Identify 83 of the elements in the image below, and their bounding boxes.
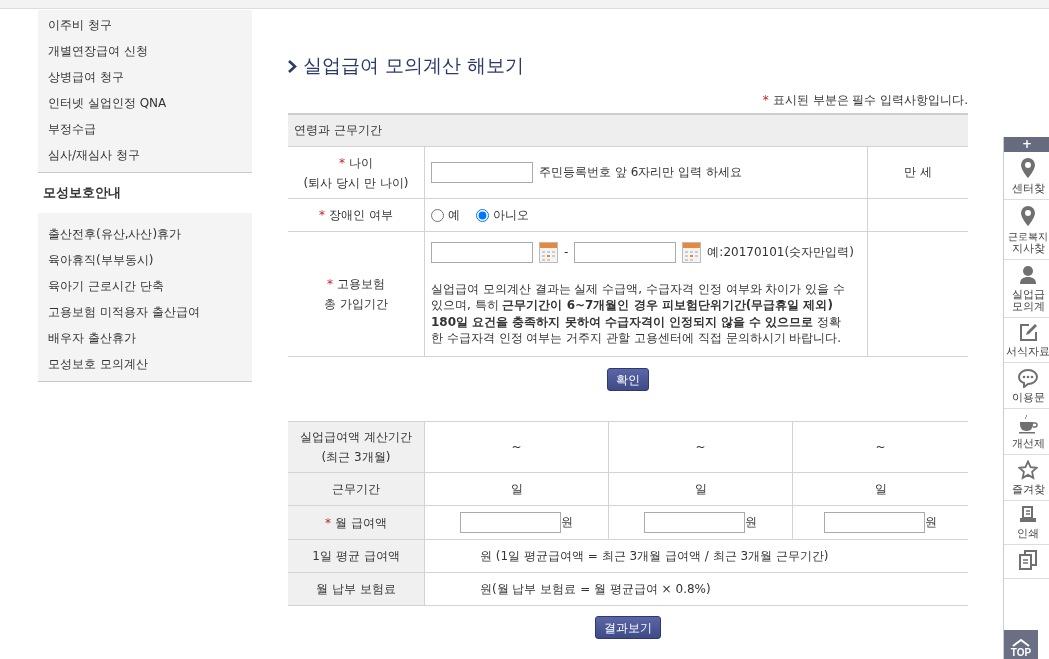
sidebar-item[interactable]: 심사/재심사 청구 [38, 142, 252, 168]
required-mark: * [325, 515, 332, 530]
example-text: 예:20170101(숫자만입력) [707, 243, 854, 261]
sidebar-item[interactable]: 육아기 근로시간 단축 [38, 273, 252, 299]
quick-menu-item[interactable]: 서식자료 [1004, 318, 1049, 363]
chevron-up-icon [1011, 639, 1031, 647]
field-label: (퇴사 당시 만 나이) [303, 175, 409, 190]
calendar-icon[interactable] [682, 241, 702, 263]
table-cell: 일 [874, 481, 887, 496]
sidebar-item[interactable]: 모성보호 모의계산 [38, 351, 252, 377]
radio-button[interactable] [431, 208, 444, 222]
page-title: 실업급여 모의계산 해보기 [303, 53, 525, 78]
quick-menu-item[interactable]: 실업급 모의계 [1004, 260, 1049, 318]
result-button[interactable]: 결과보기 [595, 616, 661, 639]
calendar-icon[interactable] [539, 241, 558, 263]
top-button[interactable]: TOP [1004, 630, 1038, 659]
date-field[interactable] [431, 241, 533, 263]
radio-button[interactable] [476, 208, 489, 222]
sidebar-item[interactable]: 육아휴직(부부동시) [38, 247, 252, 273]
radio-label: 아니오 [493, 206, 529, 224]
sidebar-item[interactable]: 상병급여 청구 [38, 64, 252, 90]
field-label: 1일 평균 급여액 [312, 549, 400, 563]
required-mark: * [762, 93, 769, 107]
field-label: 장애인 여부 [329, 208, 393, 222]
sidebar-item[interactable]: 고용보험 미적용자 출산급여 [38, 299, 252, 325]
field-label: 고용보험 [337, 277, 385, 291]
quick-menu-item[interactable]: 근로복지 지사찾 [1004, 200, 1049, 260]
amount-field[interactable] [644, 512, 745, 533]
unit-label: 원 [925, 514, 937, 531]
star-icon [1018, 460, 1038, 480]
quick-menu-item[interactable]: 이용문 [1004, 363, 1049, 409]
field-label: 근무기간 [332, 482, 380, 496]
expand-toggle[interactable]: + [1004, 137, 1049, 152]
age-field[interactable] [431, 162, 533, 183]
quick-menu-item[interactable]: 개선제 [1004, 409, 1049, 455]
sidebar-item[interactable]: 배우자 출산휴가 [38, 325, 252, 351]
required-note: 표시된 부분은 필수 입력사항입니다. [772, 93, 968, 107]
section-title: 연령과 근무기간 [294, 123, 382, 137]
sidebar-heading[interactable]: 모성보호안내 [38, 173, 252, 213]
required-mark: * [339, 155, 345, 170]
required-mark: * [327, 277, 333, 291]
chevron-icon [288, 59, 297, 73]
sidebar-item[interactable]: 부정수급 [38, 116, 252, 142]
table-cell: ~ [511, 440, 522, 454]
radio-label: 예 [448, 206, 460, 224]
formula-text: 원 (1일 평균급여액 = 최근 3개월 급여액 / 최근 3개월 근무기간) [480, 548, 829, 563]
unit-label: 원 [561, 514, 573, 531]
required-mark: * [319, 208, 326, 222]
field-label: 월 납부 보험료 [316, 582, 396, 596]
pin-icon [1020, 157, 1036, 179]
confirm-button[interactable]: 확인 [607, 368, 649, 391]
print-icon [1019, 506, 1037, 524]
sidebar-item[interactable]: 출산전후(유산,사산)휴가 [38, 221, 252, 247]
unit-label: 원 [745, 514, 757, 531]
amount-field[interactable] [460, 512, 561, 533]
date-field[interactable] [574, 241, 677, 263]
field-label: 나이 [349, 155, 373, 170]
table-cell: 일 [694, 481, 707, 496]
age-result: 만 세 [904, 165, 932, 179]
edit-icon [1018, 323, 1038, 342]
notice-text: 실업급여 모의계산 결과는 실제 수급액, 수급자격 인정 여부와 차이가 있을 수 있으며, 특히 근무기간이 6~7개월인 경우 피보험단위기간(무급휴일 제외) 180일 요건을 충족하지 못하여 수급자격이 인정되지 않을 수 있으므로 정확한 수급자격 인정 여부는 거주지 관할 고용센터에 직접 문의하시기 바랍니다. [430, 280, 846, 347]
hint-text: 주민등록번호 앞 6자리만 입력 하세요 [539, 164, 742, 181]
table-cell: ~ [695, 440, 706, 454]
table-cell: ~ [875, 440, 886, 454]
chat-icon [1018, 368, 1038, 388]
amount-field[interactable] [824, 512, 925, 533]
documents-icon [1019, 550, 1037, 570]
quick-menu-item[interactable]: 즐겨찾 [1004, 455, 1049, 501]
quick-menu-item[interactable]: 인쇄 [1004, 501, 1049, 545]
pin-icon [1020, 205, 1036, 227]
date-separator: - [564, 245, 569, 259]
sidebar-item[interactable]: 인터넷 실업인정 QNA [38, 90, 252, 116]
field-label: (최근 3개월) [321, 450, 391, 464]
quick-menu-item[interactable]: 센터찾 [1004, 152, 1049, 200]
field-label: 총 가입기간 [324, 297, 388, 311]
sidebar-item[interactable]: 이주비 청구 [38, 12, 252, 38]
person-icon [1019, 265, 1037, 285]
cup-icon [1018, 414, 1038, 434]
field-label: 실업급여액 계산기간 [300, 430, 412, 444]
field-label: 월 급여액 [335, 515, 387, 530]
formula-text: 원(월 납부 보험료 = 월 평균급여 × 0.8%) [480, 581, 711, 596]
table-cell: 일 [510, 481, 523, 496]
sidebar-item[interactable]: 개별연장급여 신청 [38, 38, 252, 64]
